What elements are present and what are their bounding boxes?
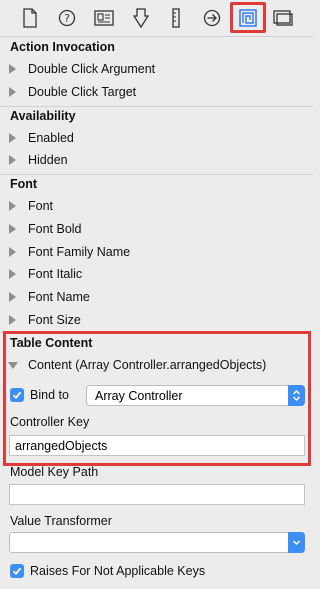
- file-icon[interactable]: [16, 5, 44, 31]
- binding-row-label: Double Click Target: [28, 85, 137, 99]
- identity-icon[interactable]: [90, 5, 118, 31]
- disclosure-triangle-icon[interactable]: [9, 87, 16, 97]
- model-key-path-label: Model Key Path: [10, 465, 99, 479]
- raises-for-not-applicable-keys-checkbox[interactable]: Raises For Not Applicable Keys: [10, 564, 205, 578]
- binding-row-font-size[interactable]: Font Size: [9, 313, 81, 327]
- binding-row-label: Font: [28, 199, 54, 213]
- section-title-font: Font: [10, 177, 38, 191]
- divider: [0, 106, 313, 107]
- attributes-icon[interactable]: [127, 5, 155, 31]
- binding-row-font-italic[interactable]: Font Italic: [9, 267, 82, 281]
- bindings-icon[interactable]: [230, 2, 266, 33]
- disclosure-triangle-icon[interactable]: [9, 315, 16, 325]
- binding-row-label: Enabled: [28, 131, 74, 145]
- disclosure-triangle-icon[interactable]: [9, 292, 16, 302]
- section-title-availability: Availability: [10, 109, 76, 123]
- section-title-action-invocation: Action Invocation: [10, 40, 115, 54]
- disclosure-triangle-icon[interactable]: [9, 201, 16, 211]
- binding-row-label: Double Click Argument: [28, 62, 156, 76]
- disclosure-triangle-icon[interactable]: [9, 224, 16, 234]
- raises-label: Raises For Not Applicable Keys: [30, 564, 206, 578]
- binding-row-label: Font Family Name: [28, 245, 131, 259]
- binding-row-double-click-argument[interactable]: Double Click Argument: [9, 62, 155, 76]
- disclosure-triangle-icon[interactable]: [9, 133, 16, 143]
- disclosure-triangle-icon[interactable]: [9, 269, 16, 279]
- binding-row-label: Font Name: [28, 290, 90, 304]
- value-transformer-combo[interactable]: [9, 532, 305, 553]
- model-key-path-field[interactable]: [9, 484, 305, 505]
- binding-row-font[interactable]: Font: [9, 199, 53, 213]
- binding-row-font-family-name[interactable]: Font Family Name: [9, 245, 130, 259]
- binding-row-double-click-target[interactable]: Double Click Target: [9, 85, 136, 99]
- connections-icon[interactable]: [198, 5, 226, 31]
- binding-row-label: Font Bold: [28, 222, 82, 236]
- disclosure-triangle-icon[interactable]: [9, 64, 16, 74]
- binding-row-label: Font Size: [28, 313, 81, 327]
- divider: [0, 174, 313, 175]
- chevron-down-icon[interactable]: [288, 532, 305, 553]
- binding-row-enabled[interactable]: Enabled: [9, 131, 74, 145]
- inspector-toolbar: ?: [0, 0, 313, 37]
- help-icon[interactable]: ?: [53, 5, 81, 31]
- binding-row-label: Font Italic: [28, 267, 83, 281]
- svg-text:?: ?: [64, 12, 70, 25]
- binding-row-hidden[interactable]: Hidden: [9, 153, 68, 167]
- value-transformer-label: Value Transformer: [10, 514, 112, 528]
- view-effects-icon[interactable]: [269, 5, 297, 31]
- binding-row-font-bold[interactable]: Font Bold: [9, 222, 82, 236]
- size-icon[interactable]: [162, 5, 190, 31]
- binding-row-font-name[interactable]: Font Name: [9, 290, 90, 304]
- disclosure-triangle-icon[interactable]: [9, 247, 16, 257]
- checkmark-icon[interactable]: [10, 564, 24, 578]
- table-content-highlight: [3, 331, 311, 466]
- disclosure-triangle-icon[interactable]: [9, 155, 16, 165]
- binding-row-label: Hidden: [28, 153, 68, 167]
